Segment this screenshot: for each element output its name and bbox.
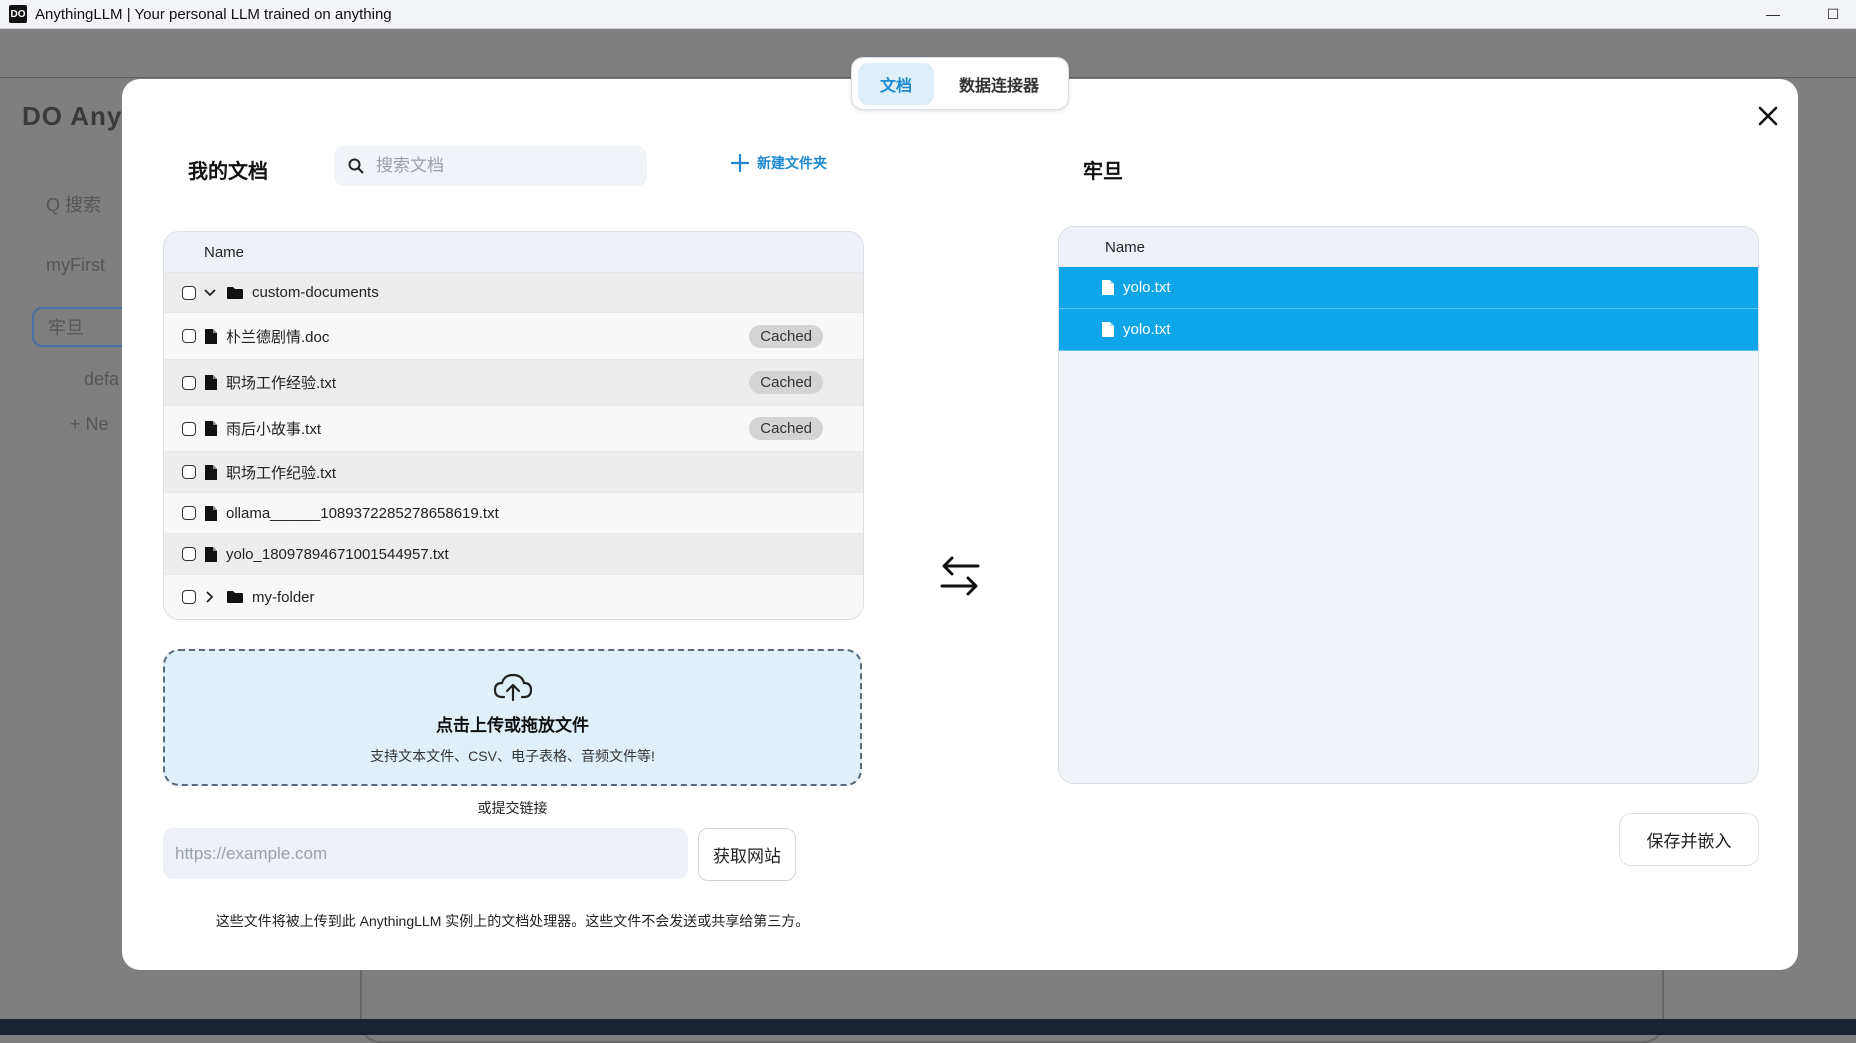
privacy-disclaimer: 这些文件将被上传到此 AnythingLLM 实例上的文档处理器。这些文件不会发…	[215, 913, 810, 929]
row-checkbox[interactable]	[182, 506, 196, 520]
cloud-upload-icon	[493, 673, 532, 702]
upload-dropzone[interactable]: 点击上传或拖放文件 支持文本文件、CSV、电子表格、音频文件等!	[163, 649, 862, 786]
tab-documents[interactable]: 文档	[858, 62, 934, 105]
row-checkbox[interactable]	[182, 547, 196, 561]
folder-row-my-folder[interactable]: my-folder	[164, 575, 863, 619]
cached-badge: Cached	[749, 324, 823, 348]
search-input[interactable]	[374, 155, 618, 177]
row-checkbox[interactable]	[182, 375, 196, 390]
row-name: 雨后小故事.txt	[226, 421, 322, 438]
file-row[interactable]: 雨后小故事.txt Cached	[164, 406, 863, 452]
row-checkbox[interactable]	[182, 285, 196, 300]
folder-icon	[226, 286, 244, 300]
new-folder-label: 新建文件夹	[757, 155, 827, 171]
row-name: yolo_1809789467100154495​7.txt	[226, 545, 449, 563]
chevron-right-icon[interactable]	[202, 590, 218, 604]
upload-subtitle: 支持文本文件、CSV、电子表格、音频文件等!	[370, 748, 655, 764]
file-icon	[1101, 279, 1115, 296]
file-icon	[204, 546, 218, 563]
workspace-title: 牢旦	[1083, 161, 1123, 183]
app-logo-icon: DO	[9, 5, 27, 23]
column-name-header: Name	[1105, 238, 1146, 256]
file-row[interactable]: ollama______1089372285278658619.txt	[164, 493, 863, 534]
upload-title: 点击上传或拖放文件	[436, 716, 589, 735]
folder-row-custom-documents[interactable]: custom-documents	[164, 273, 863, 313]
window-title: AnythingLLM | Your personal LLM trained …	[35, 5, 392, 23]
taskbar	[0, 1019, 1856, 1035]
row-name: my-folder	[252, 588, 315, 606]
file-row[interactable]: 朴兰德剧情.doc Cached	[164, 313, 863, 360]
close-button[interactable]	[1747, 95, 1789, 137]
folder-icon	[226, 590, 244, 604]
row-checkbox[interactable]	[182, 329, 196, 343]
row-name: 朴兰德剧情.doc	[226, 328, 330, 346]
row-name: 职场工作纪验.txt	[226, 464, 337, 482]
cached-badge: Cached	[749, 371, 823, 394]
file-icon	[1101, 321, 1115, 338]
workspace-documents-table: Name yolo.txt yolo.txt	[1058, 226, 1759, 784]
file-row[interactable]: yolo_1809789467100154495​7.txt	[164, 534, 863, 575]
search-icon	[348, 158, 364, 174]
row-checkbox[interactable]	[182, 590, 196, 604]
table-header: Name	[164, 232, 863, 273]
search-box	[334, 146, 647, 186]
or-submit-link-label: 或提交链接	[477, 800, 548, 816]
close-icon	[1758, 106, 1778, 126]
row-name: yolo.txt	[1123, 279, 1171, 296]
workspace-file-row[interactable]: yolo.txt	[1059, 267, 1758, 309]
row-name: yolo.txt	[1123, 321, 1171, 338]
file-icon	[204, 505, 218, 522]
file-row[interactable]: 职场工作纪验.txt	[164, 452, 863, 493]
documents-table: Name custom-documents 朴兰德剧情.doc Cached 职…	[163, 231, 864, 620]
workspace-file-row[interactable]: yolo.txt	[1059, 309, 1758, 351]
file-icon	[204, 328, 218, 345]
row-checkbox[interactable]	[182, 465, 196, 479]
file-icon	[204, 464, 218, 481]
modal-tabs: 文档 数据连接器	[851, 57, 1069, 110]
chevron-down-icon[interactable]	[202, 288, 218, 298]
minimize-button[interactable]: —	[1750, 0, 1796, 28]
file-icon	[204, 374, 218, 391]
url-input[interactable]	[163, 828, 688, 879]
window-titlebar: DO AnythingLLM | Your personal LLM train…	[0, 0, 1856, 29]
new-folder-button[interactable]: 新建文件夹	[731, 153, 827, 173]
row-name: ollama______1089372285278658619.txt	[226, 504, 499, 522]
row-checkbox[interactable]	[182, 421, 196, 436]
column-name-header: Name	[204, 243, 245, 261]
maximize-button[interactable]: ☐	[1810, 0, 1856, 28]
fetch-website-button[interactable]: 获取网站	[698, 828, 796, 881]
table-header: Name	[1059, 227, 1758, 267]
cached-badge: Cached	[749, 417, 823, 440]
file-icon	[204, 420, 218, 437]
save-and-embed-button[interactable]: 保存并嵌入	[1619, 813, 1759, 866]
file-row[interactable]: 职场工作经验.txt Cached	[164, 360, 863, 406]
plus-icon	[731, 154, 749, 172]
my-documents-title: 我的文档	[188, 161, 268, 183]
tab-data-connectors[interactable]: 数据连接器	[940, 63, 1058, 105]
transfer-arrows-icon	[938, 554, 982, 603]
row-name: 职场工作经验.txt	[226, 375, 337, 392]
row-name: custom-documents	[252, 284, 379, 301]
